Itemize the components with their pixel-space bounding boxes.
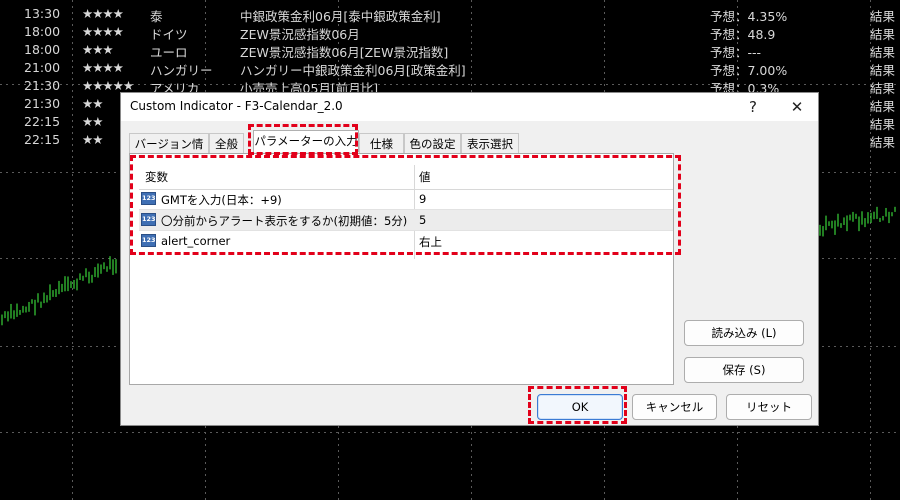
calendar-title: ZEW景況感指数06月 bbox=[240, 27, 360, 42]
calendar-time: 22:15 bbox=[24, 132, 61, 147]
tab-general[interactable]: 全般 bbox=[209, 133, 244, 153]
cancel-button[interactable]: キャンセル bbox=[632, 394, 717, 420]
calendar-time: 18:00 bbox=[24, 42, 61, 57]
calendar-stars: ★★ bbox=[82, 132, 103, 147]
help-button[interactable]: ? bbox=[741, 96, 765, 118]
calendar-title: ハンガリー中銀政策金利06月[政策金利] bbox=[240, 63, 466, 78]
header-variable: 変数 bbox=[145, 170, 168, 184]
calendar-stars: ★★★ bbox=[82, 42, 114, 57]
calendar-forecast: 予想：--- bbox=[710, 45, 762, 60]
ok-button[interactable]: OK bbox=[537, 394, 623, 420]
calendar-time: 21:30 bbox=[24, 78, 61, 93]
calendar-country: ユーロ bbox=[150, 45, 188, 60]
calendar-time: 13:30 bbox=[24, 6, 61, 21]
reset-button[interactable]: リセット bbox=[726, 394, 812, 420]
chart-candles-right bbox=[819, 206, 896, 237]
calendar-result: 結果 bbox=[870, 45, 896, 60]
calendar-stars: ★★★★ bbox=[82, 6, 124, 21]
tab-display-selection[interactable]: 表示選択 bbox=[461, 133, 519, 153]
calendar-forecast: 予想：4.35% bbox=[710, 9, 788, 24]
calendar-country: ハンガリー bbox=[150, 63, 213, 78]
calendar-title: ZEW景況感指数06月[ZEW景況指数] bbox=[240, 45, 449, 60]
param-name: GMTを入力(日本：+9) bbox=[161, 193, 282, 207]
tab-colors[interactable]: 色の設定 bbox=[404, 133, 461, 153]
calendar-row: 21:00 ★★★★ ハンガリー ハンガリー中銀政策金利06月[政策金利] 予想… bbox=[0, 60, 900, 78]
calendar-result: 結果 bbox=[870, 63, 896, 78]
calendar-row: 18:00 ★★★ ユーロ ZEW景況感指数06月[ZEW景況指数] 予想：--… bbox=[0, 42, 900, 60]
param-value[interactable]: 右上 bbox=[419, 234, 442, 250]
calendar-forecast: 予想：7.00% bbox=[710, 63, 788, 78]
calendar-stars: ★★ bbox=[82, 114, 103, 129]
calendar-country: 泰 bbox=[150, 9, 163, 24]
calendar-stars: ★★★★★ bbox=[82, 78, 134, 93]
header-value: 値 bbox=[419, 170, 431, 184]
calendar-time: 22:15 bbox=[24, 114, 61, 129]
save-button[interactable]: 保存 (S) bbox=[684, 357, 804, 383]
tab-version-info[interactable]: バージョン情報 bbox=[129, 133, 209, 171]
calendar-result: 結果 bbox=[870, 81, 896, 96]
chart-candles-left bbox=[1, 256, 117, 326]
calendar-result: 結果 bbox=[870, 135, 896, 150]
calendar-country: ドイツ bbox=[150, 27, 188, 42]
param-name: alert_corner bbox=[161, 234, 231, 248]
table-header: 変数 値 bbox=[139, 165, 673, 190]
table-row[interactable]: 123 alert_corner 右上 bbox=[139, 231, 673, 251]
calendar-forecast: 予想：48.9 bbox=[710, 27, 776, 42]
calendar-time: 18:00 bbox=[24, 24, 61, 39]
dialog-titlebar[interactable]: Custom Indicator - F3-Calendar_2.0 ? ✕ bbox=[121, 93, 818, 121]
param-value[interactable]: 9 bbox=[419, 192, 426, 206]
custom-indicator-dialog: Custom Indicator - F3-Calendar_2.0 ? ✕ バ… bbox=[120, 92, 819, 426]
number-type-icon: 123 bbox=[141, 192, 156, 205]
tab-parameters[interactable]: パラメーターの入力 bbox=[253, 130, 359, 152]
calendar-title: 中銀政策金利06月[泰中銀政策金利] bbox=[240, 9, 441, 24]
calendar-time: 21:30 bbox=[24, 96, 61, 111]
close-button[interactable]: ✕ bbox=[785, 96, 809, 118]
number-type-icon: 123 bbox=[141, 234, 156, 247]
tab-specification[interactable]: 仕様 bbox=[359, 133, 404, 153]
calendar-stars: ★★★★ bbox=[82, 60, 124, 75]
calendar-result: 結果 bbox=[870, 117, 896, 132]
calendar-row: 13:30 ★★★★ 泰 中銀政策金利06月[泰中銀政策金利] 予想：4.35%… bbox=[0, 6, 900, 24]
calendar-result: 結果 bbox=[870, 99, 896, 114]
number-type-icon: 123 bbox=[141, 213, 156, 226]
calendar-row: 18:00 ★★★★ ドイツ ZEW景況感指数06月 予想：48.9 結果 bbox=[0, 24, 900, 42]
calendar-time: 21:00 bbox=[24, 60, 61, 75]
param-name: 〇分前からアラート表示をするか(初期値：5分) bbox=[161, 214, 408, 228]
table-row[interactable]: 123 GMTを入力(日本：+9) 9 bbox=[139, 189, 673, 209]
calendar-stars: ★★ bbox=[82, 96, 103, 111]
table-row[interactable]: 123 〇分前からアラート表示をするか(初期値：5分) 5 bbox=[139, 210, 673, 230]
calendar-result: 結果 bbox=[870, 9, 896, 24]
calendar-result: 結果 bbox=[870, 27, 896, 42]
dialog-title: Custom Indicator - F3-Calendar_2.0 bbox=[130, 99, 343, 113]
param-value[interactable]: 5 bbox=[419, 213, 426, 227]
load-button[interactable]: 読み込み (L) bbox=[684, 320, 804, 346]
calendar-stars: ★★★★ bbox=[82, 24, 124, 39]
